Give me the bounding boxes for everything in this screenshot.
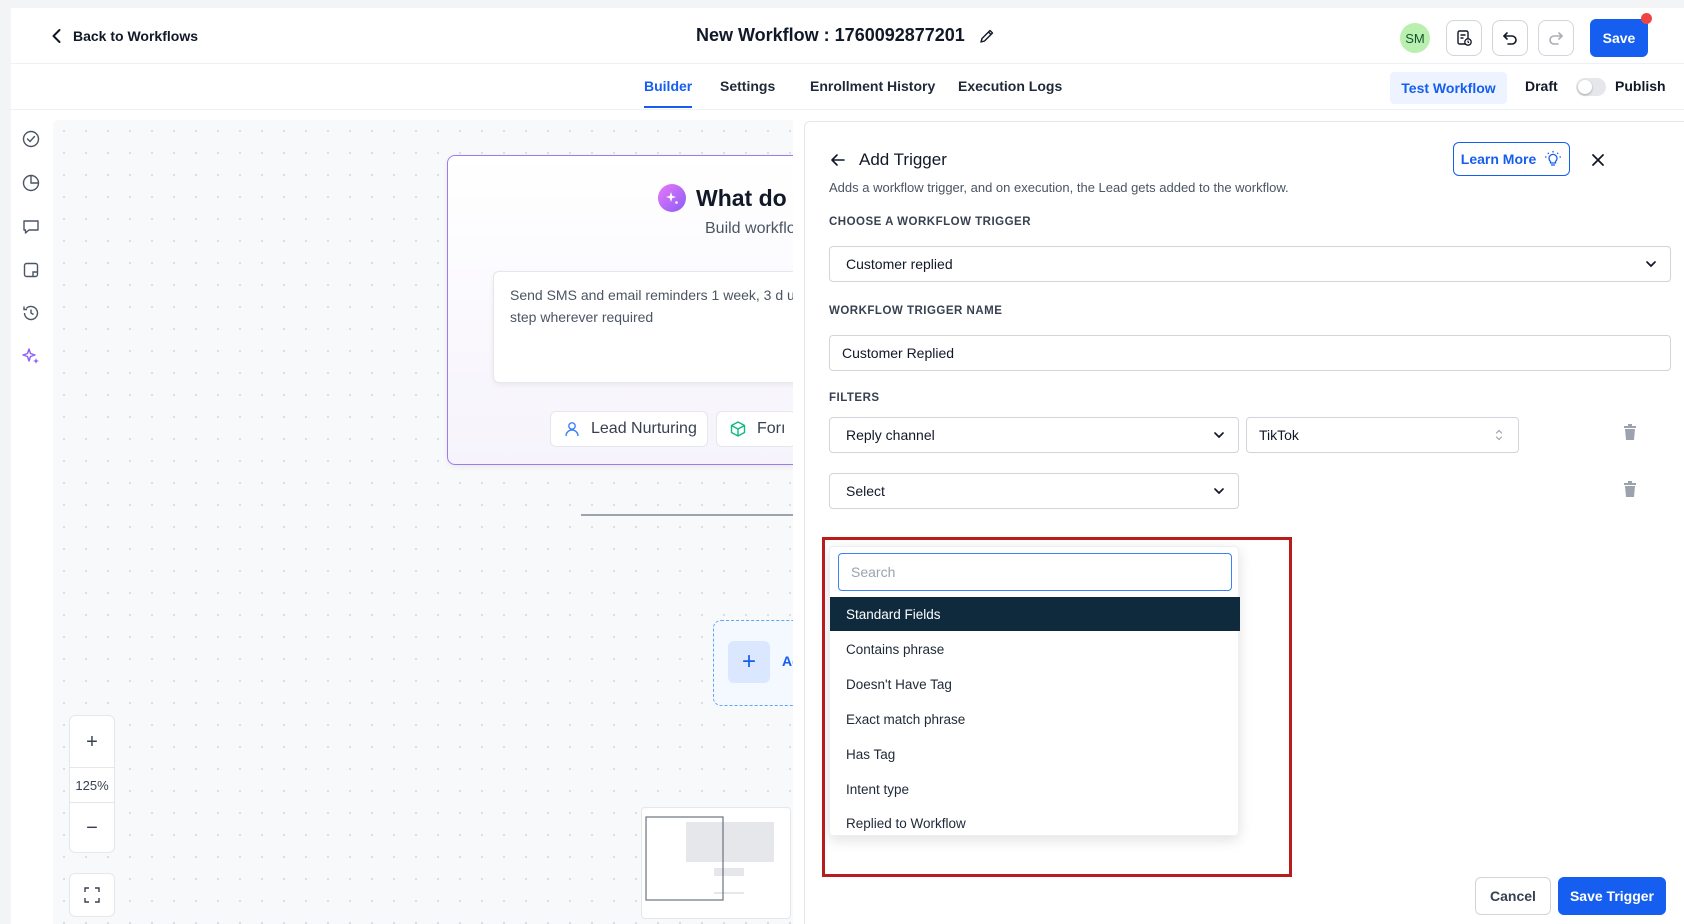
panel-title: Add Trigger bbox=[859, 150, 947, 169]
trigger-select[interactable]: Customer replied bbox=[829, 246, 1671, 282]
filters-section-label: FILTERS bbox=[829, 392, 880, 404]
panel-description: Adds a workflow trigger, and on executio… bbox=[829, 180, 1289, 195]
ai-prompt-input[interactable]: Send SMS and email reminders 1 week, 3 d… bbox=[493, 271, 793, 383]
trash-icon bbox=[1624, 424, 1636, 440]
zoom-in-button[interactable]: + bbox=[70, 720, 114, 764]
workflow-title-text: New Workflow : 1760092877201 bbox=[696, 25, 965, 45]
tab-builder[interactable]: Builder bbox=[644, 78, 693, 108]
check-circle-icon[interactable] bbox=[21, 129, 41, 149]
ai-card-subtitle: Build workflo bbox=[705, 220, 793, 237]
add-trigger-node[interactable]: + Ad bbox=[713, 620, 793, 706]
chevron-down-icon bbox=[1646, 261, 1656, 268]
ai-builder-card: What do y Build workflo Send SMS and ema… bbox=[447, 155, 793, 465]
trigger-name-value: Customer Replied bbox=[842, 345, 955, 361]
filter-field-select[interactable]: Reply channel bbox=[829, 417, 1239, 453]
arrow-left-icon[interactable] bbox=[829, 151, 847, 169]
lead-nurturing-chip[interactable]: Lead Nurturing bbox=[550, 411, 708, 447]
panel-header: Add Trigger bbox=[829, 150, 947, 170]
ai-sparkle-icon[interactable] bbox=[21, 346, 41, 366]
close-icon bbox=[1592, 154, 1604, 166]
trigger-name-section-label: WORKFLOW TRIGGER NAME bbox=[829, 305, 1003, 317]
sort-arrows-icon bbox=[1495, 429, 1503, 441]
publish-toggle[interactable] bbox=[1576, 78, 1606, 96]
minimap-preview bbox=[645, 816, 774, 901]
zoom-out-button[interactable]: − bbox=[70, 806, 114, 850]
fit-view-button[interactable] bbox=[69, 873, 115, 917]
zoom-level: 125% bbox=[70, 767, 114, 803]
filter-value-select[interactable]: TikTok bbox=[1246, 417, 1519, 453]
toggle-knob bbox=[1578, 80, 1592, 94]
chat-bubble-icon[interactable] bbox=[21, 217, 41, 237]
top-header: Back to Workflows New Workflow : 1760092… bbox=[11, 8, 1684, 64]
highlight-annotation-box bbox=[822, 537, 1292, 877]
filter-field-value: Select bbox=[846, 483, 885, 499]
undo-button[interactable] bbox=[1492, 20, 1528, 56]
learn-more-label: Learn More bbox=[1460, 151, 1537, 167]
plus-icon: + bbox=[728, 641, 770, 683]
forms-chip[interactable]: Forı bbox=[716, 411, 793, 447]
redo-icon bbox=[1549, 32, 1563, 45]
avatar[interactable]: SM bbox=[1400, 23, 1430, 53]
connector-line bbox=[581, 514, 793, 516]
save-button[interactable]: Save bbox=[1590, 13, 1652, 57]
back-to-workflows-link[interactable]: Back to Workflows bbox=[49, 28, 198, 44]
filter-field-value: Reply channel bbox=[846, 427, 935, 443]
pie-chart-icon[interactable] bbox=[21, 173, 41, 193]
publish-label: Publish bbox=[1615, 78, 1666, 94]
chip-label: Lead Nurturing bbox=[591, 420, 697, 437]
trigger-select-value: Customer replied bbox=[846, 256, 953, 272]
close-panel-button[interactable] bbox=[1590, 152, 1606, 168]
delete-filter-button-2[interactable] bbox=[1622, 480, 1638, 498]
tab-enrollment-history[interactable]: Enrollment History bbox=[810, 78, 935, 94]
chip-label: Forı bbox=[757, 420, 786, 437]
pencil-icon[interactable] bbox=[979, 28, 995, 44]
back-label: Back to Workflows bbox=[73, 28, 198, 44]
learn-more-button[interactable]: Learn More bbox=[1453, 142, 1570, 176]
workflow-canvas[interactable]: What do y Build workflo Send SMS and ema… bbox=[53, 120, 793, 924]
expand-icon bbox=[84, 887, 100, 903]
save-label: Save bbox=[1602, 30, 1636, 46]
tab-execution-logs[interactable]: Execution Logs bbox=[958, 78, 1062, 94]
chevron-left-icon bbox=[52, 29, 61, 43]
undo-icon bbox=[1503, 32, 1517, 45]
ai-card-title-text: What do y bbox=[696, 184, 793, 211]
workflow-title: New Workflow : 1760092877201 bbox=[696, 25, 995, 46]
minimap[interactable] bbox=[641, 807, 791, 919]
lightbulb-icon bbox=[1545, 151, 1562, 166]
zoom-controls: + 125% − bbox=[69, 715, 115, 853]
trigger-section-label: CHOOSE A WORKFLOW TRIGGER bbox=[829, 216, 1032, 228]
trash-icon bbox=[1624, 481, 1636, 497]
header-actions: SM Save bbox=[1400, 13, 1652, 57]
cube-icon bbox=[730, 421, 746, 437]
history-icon[interactable] bbox=[21, 303, 41, 323]
save-trigger-button[interactable]: Save Trigger bbox=[1558, 877, 1666, 915]
document-history-icon bbox=[1457, 30, 1472, 46]
unsaved-indicator-dot bbox=[1641, 13, 1652, 24]
ai-card-title: What do y bbox=[658, 184, 793, 212]
note-icon[interactable] bbox=[21, 260, 41, 280]
workflow-builder-app: Back to Workflows New Workflow : 1760092… bbox=[11, 8, 1684, 924]
filter-value-text: TikTok bbox=[1259, 427, 1299, 443]
filter-field-select-2[interactable]: Select bbox=[829, 473, 1239, 509]
draft-label: Draft bbox=[1525, 78, 1558, 94]
chevron-down-icon bbox=[1214, 432, 1224, 439]
redo-button[interactable] bbox=[1538, 20, 1574, 56]
user-icon bbox=[565, 422, 579, 437]
tab-settings[interactable]: Settings bbox=[720, 78, 775, 94]
version-history-button[interactable] bbox=[1446, 20, 1482, 56]
ai-sparkle-badge-icon bbox=[658, 184, 686, 212]
test-workflow-button[interactable]: Test Workflow bbox=[1390, 72, 1507, 104]
chevron-down-icon bbox=[1214, 488, 1224, 495]
add-node-label: Ad bbox=[782, 653, 793, 669]
cancel-button[interactable]: Cancel bbox=[1475, 877, 1551, 915]
tab-bar: Builder Settings Enrollment History Exec… bbox=[11, 64, 1684, 110]
trigger-name-input[interactable]: Customer Replied bbox=[829, 335, 1671, 371]
delete-filter-button[interactable] bbox=[1622, 423, 1638, 441]
